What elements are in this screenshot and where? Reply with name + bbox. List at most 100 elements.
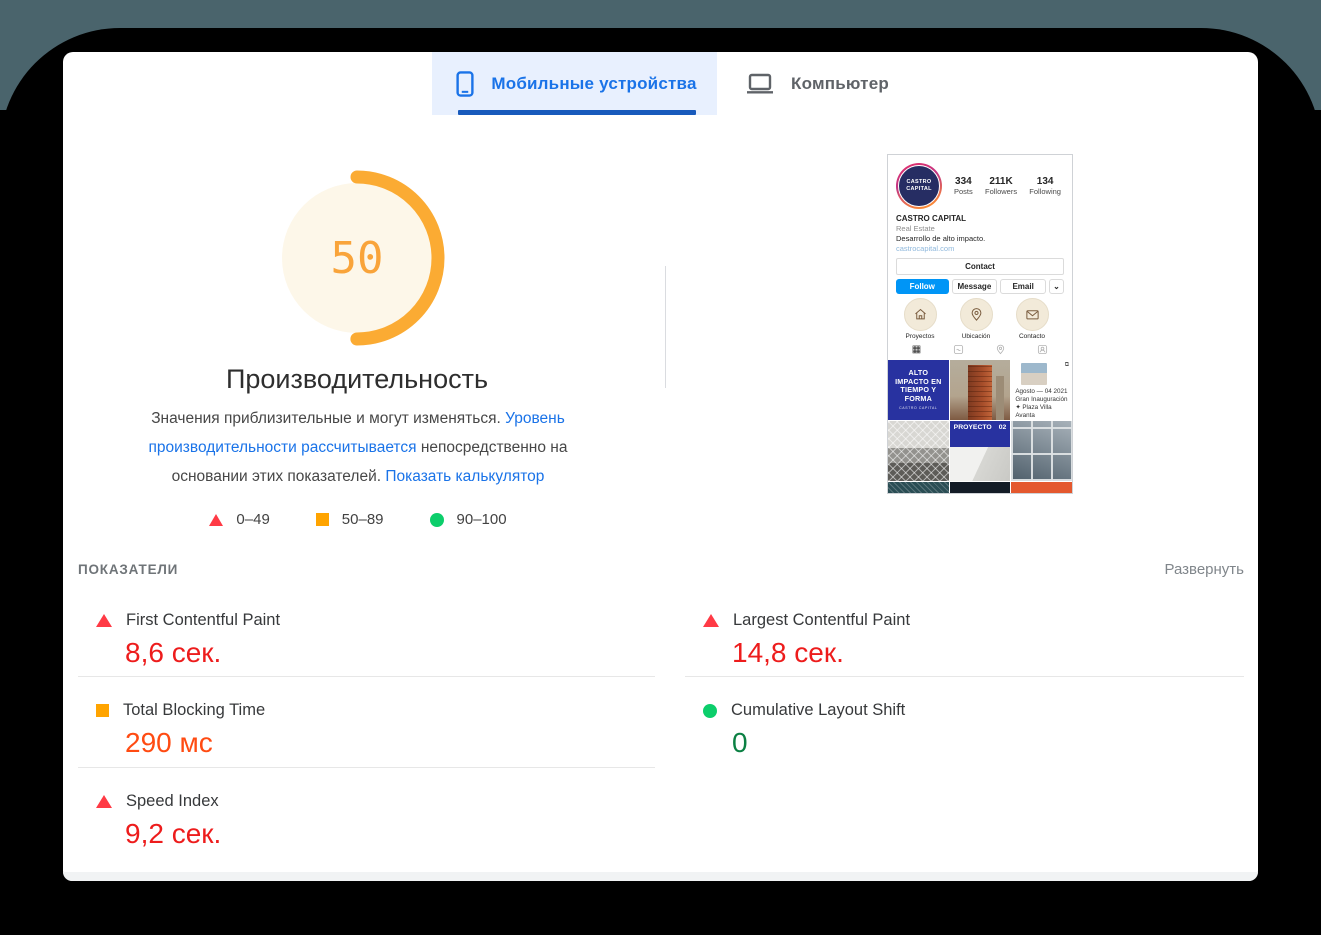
legend-range-pass: 90–100 <box>456 511 507 528</box>
photo-grid: ALTO IMPACTO EN TIEMPO Y FORMA CASTRO CA… <box>888 359 1072 493</box>
channel-icon <box>953 345 963 355</box>
tab-mobile-label: Мобильные устройства <box>491 73 697 93</box>
highlight-label: Proyectos <box>905 332 935 340</box>
stat-posts-value: 334 <box>955 176 972 187</box>
post-tile-inauguracion: ⧉ Agosto — 04 2021 Gran Inauguración ✦ P… <box>1011 359 1072 420</box>
metrics-section-title: ПОКАЗАТЕЛИ <box>78 562 179 577</box>
metric-value: 8,6 сек. <box>125 637 222 668</box>
house-icon <box>903 297 937 331</box>
tile-title: ALTO IMPACTO EN TIEMPO Y FORMA <box>895 367 942 403</box>
metric-row-fcp: First Contentful Paint 8,6 сек. <box>78 600 655 677</box>
legend-range-fail: 0–49 <box>236 511 270 528</box>
average-square-icon <box>96 704 109 717</box>
envelope-icon <box>1015 297 1049 331</box>
next-section-strip <box>63 872 1258 881</box>
legend-item-average: 50–89 <box>315 511 384 528</box>
tagged-icon <box>1038 345 1048 355</box>
score-legend: 0–49 50–89 90–100 <box>117 511 599 528</box>
building-tower <box>967 364 992 420</box>
description-text-1: Значения приблизительные и могут изменят… <box>151 410 501 427</box>
metric-name: First Contentful Paint <box>126 611 281 629</box>
contact-button: Contact <box>896 257 1064 275</box>
tile-proyecto-photo <box>949 446 1011 481</box>
fail-triangle-icon <box>96 614 112 627</box>
highlight-ubicacion: Ubicación <box>948 297 1004 340</box>
page-screenshot-thumbnail[interactable]: CASTRO CAPITAL 334 Posts 211K Followers … <box>887 154 1073 494</box>
tile-text: Agosto — 04 2021 Gran Inauguración ✦ Pla… <box>1015 388 1068 420</box>
active-tab-indicator <box>458 110 696 115</box>
metric-value: 0 <box>732 727 748 758</box>
tile-text-line: ✦ Plaza Villa Avanta <box>1015 403 1052 420</box>
message-button: Message <box>951 278 998 294</box>
metric-name: Largest Contentful Paint <box>733 611 911 629</box>
pin-icon <box>959 297 993 331</box>
highlight-label: Ubicación <box>961 332 991 340</box>
performance-title: Производительность <box>225 364 489 394</box>
post-tile-partial-orange <box>1011 481 1072 493</box>
profile-bio-text: Desarrollo de alto impacto. <box>896 234 986 244</box>
post-tile-partial-dark <box>949 481 1011 493</box>
chevron-down-icon: ⌄ <box>1049 278 1064 294</box>
legend-item-fail: 0–49 <box>209 511 270 528</box>
metric-value: 14,8 сек. <box>732 637 844 668</box>
tab-desktop[interactable]: Компьютер <box>717 52 917 115</box>
metric-name: Total Blocking Time <box>123 701 266 719</box>
fail-triangle-icon <box>209 513 224 526</box>
location-tab-icon <box>996 344 1005 355</box>
post-tile-building-photo <box>949 359 1011 420</box>
profile-name: CASTRO CAPITAL <box>896 214 967 223</box>
tile-proyecto-title: PROYECTO <box>953 423 992 431</box>
metric-row-tbt: Total Blocking Time 290 мс <box>78 677 655 768</box>
tile-proyecto-number: 02 <box>998 423 1007 431</box>
tile-footer: CASTRO CAPITAL <box>899 406 938 411</box>
show-calculator-link[interactable]: Показать калькулятор <box>385 468 544 485</box>
stat-followers: 211K Followers <box>985 176 1017 196</box>
email-button: Email <box>1000 278 1046 294</box>
stat-followers-label: Followers <box>984 187 1018 196</box>
profile-avatar: CASTRO CAPITAL <box>896 163 942 209</box>
stat-following-label: Following <box>1029 187 1061 196</box>
metric-row-lcp: Largest Contentful Paint 14,8 сек. <box>685 600 1244 677</box>
legend-item-pass: 90–100 <box>429 511 507 528</box>
performance-score-gauge: 50 <box>257 158 457 358</box>
profile-action-buttons: Follow Message Email ⌄ <box>896 278 1064 294</box>
metric-value: 9,2 сек. <box>125 818 222 849</box>
avatar-logo-text: CASTRO CAPITAL <box>898 165 940 207</box>
metric-value: 290 мс <box>125 727 213 758</box>
tile-text-line: Agosto — 04 2021 <box>1015 387 1068 395</box>
smartphone-icon <box>456 70 474 97</box>
tile-photo <box>1021 362 1048 385</box>
laptop-icon <box>747 73 774 93</box>
pass-circle-icon <box>703 703 717 718</box>
post-tile-windows <box>1011 420 1072 481</box>
fail-triangle-icon <box>703 614 719 627</box>
post-tile-partial-teal <box>888 481 949 493</box>
metric-name: Cumulative Layout Shift <box>731 701 906 719</box>
metric-row-cls: Cumulative Layout Shift 0 <box>685 677 1244 768</box>
highlight-contacto: Contacto <box>1004 297 1060 340</box>
average-square-icon <box>315 513 329 526</box>
performance-description: Значения приблизительные и могут изменят… <box>117 404 599 491</box>
metric-row-speed-index: Speed Index 9,2 сек. <box>78 768 655 859</box>
tab-desktop-label: Компьютер <box>791 73 889 93</box>
tile-text-line: Gran Inauguración <box>1015 395 1068 403</box>
expand-metrics-link[interactable]: Развернуть <box>1164 561 1244 578</box>
post-tile-alto-impacto: ALTO IMPACTO EN TIEMPO Y FORMA CASTRO CA… <box>888 359 949 420</box>
profile-stats: 334 Posts 211K Followers 134 Following <box>948 176 1064 196</box>
tile-proyecto-header: PROYECTO 02 <box>949 420 1011 447</box>
profile-category: Real Estate <box>896 224 935 234</box>
pass-circle-icon <box>429 512 444 527</box>
stat-followers-value: 211K <box>989 176 1013 187</box>
grid-posts-icon: ▦ <box>911 343 922 355</box>
highlight-label: Contacto <box>1018 332 1046 340</box>
stat-posts: 334 Posts <box>954 176 973 196</box>
post-tile-lattice-facade <box>888 420 949 481</box>
performance-score-value: 50 <box>330 232 384 284</box>
stat-following: 134 Following <box>1029 176 1061 196</box>
pagespeed-report-card: Мобильные устройства Компьютер 50 Произв… <box>63 52 1258 881</box>
profile-website-link: castrocapital.com <box>896 243 955 253</box>
tab-mobile[interactable]: Мобильные устройства <box>432 52 718 115</box>
follow-button: Follow <box>896 278 949 294</box>
carousel-icon: ⧉ <box>1064 361 1069 368</box>
profile-bio: CASTRO CAPITAL Real Estate Desarrollo de… <box>888 209 1072 254</box>
